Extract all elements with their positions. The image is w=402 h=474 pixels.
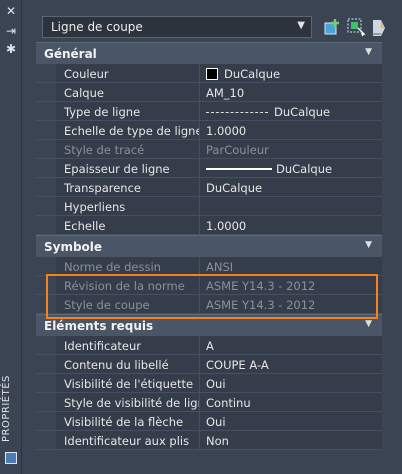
chevron-down-icon: ▼	[297, 20, 305, 31]
property-value[interactable]: DuCalque	[200, 178, 382, 196]
property-label: Identificateur aux plis	[56, 431, 200, 449]
property-label: Norme de dessin	[56, 257, 200, 275]
quick-select-icon[interactable]	[370, 17, 390, 37]
property-label: Hyperliens	[56, 197, 200, 215]
properties-palette-icon[interactable]	[5, 452, 17, 464]
solid-line-preview-icon	[206, 168, 272, 170]
property-value[interactable]: DuCalque	[200, 64, 382, 82]
palette-title-strip: ✕ ⇥ ✱ PROPRIÉTÉS	[0, 0, 22, 474]
property-value: ANSI	[200, 257, 382, 275]
property-row-arrow-visibility[interactable]: Visibilité de la flèche Oui	[36, 412, 382, 431]
property-label: Couleur	[56, 64, 200, 82]
object-type-value: Ligne de coupe	[51, 20, 143, 34]
property-label: Style de tracé	[56, 140, 200, 158]
property-row-plot-style: Style de tracé ParCouleur	[36, 140, 382, 159]
collapse-icon: ▼	[365, 240, 372, 250]
property-value: ASME Y14.3 - 2012	[200, 276, 382, 294]
property-value[interactable]: AM_10	[200, 83, 382, 101]
property-row-linetype-scale[interactable]: Echelle de type de ligne 1.0000	[36, 121, 382, 140]
property-row-lineweight[interactable]: Epaisseur de ligne DuCalque	[36, 159, 382, 178]
property-label: Visibilité de l'étiquette	[56, 374, 200, 392]
palette-title: PROPRIÉTÉS	[1, 375, 12, 443]
properties-panel: Ligne de coupe ▼ Général ▼ Couleur DuCal…	[36, 8, 388, 468]
property-value[interactable]: COUPE A-A	[200, 355, 382, 373]
property-value[interactable]: Non	[200, 431, 382, 449]
section-general[interactable]: Général ▼	[36, 42, 382, 64]
property-label: Transparence	[56, 178, 200, 196]
property-row-scale[interactable]: Echelle 1.0000	[36, 216, 382, 235]
property-row-transparency[interactable]: Transparence DuCalque	[36, 178, 382, 197]
collapse-icon: ▼	[365, 47, 372, 57]
property-row-linetype[interactable]: Type de ligne DuCalque	[36, 102, 382, 121]
property-label: Révision de la norme	[56, 276, 200, 294]
select-objects-icon[interactable]	[346, 17, 366, 37]
property-label: Echelle	[56, 216, 200, 234]
property-label: Type de ligne	[56, 102, 200, 120]
property-value[interactable]: DuCalque	[200, 159, 382, 177]
object-type-dropdown[interactable]: Ligne de coupe ▼	[42, 16, 312, 38]
property-label: Style de coupe	[56, 295, 200, 313]
property-label: Contenu du libellé	[56, 355, 200, 373]
property-label: Style de visibilité de ligne	[56, 393, 200, 411]
property-value[interactable]: 1.0000	[200, 121, 382, 139]
section-title: Général	[44, 47, 97, 61]
toggle-pickadd-icon[interactable]	[322, 17, 342, 37]
section-title: Eléments requis	[44, 319, 154, 333]
property-value[interactable]	[200, 197, 382, 215]
property-value[interactable]: DuCalque	[200, 102, 382, 120]
property-row-layer[interactable]: Calque AM_10	[36, 83, 382, 102]
section-title: Symbole	[44, 240, 103, 254]
property-value[interactable]: 1.0000	[200, 216, 382, 234]
property-row-section-style: Style de coupe ASME Y14.3 - 2012	[36, 295, 382, 314]
property-row-standard-revision: Révision de la norme ASME Y14.3 - 2012	[36, 276, 382, 295]
dash-line-preview-icon	[206, 112, 268, 113]
settings-icon[interactable]: ✱	[4, 42, 18, 56]
auto-hide-icon[interactable]: ⇥	[4, 24, 18, 38]
close-icon[interactable]: ✕	[4, 4, 18, 18]
property-label: Calque	[56, 83, 200, 101]
property-row-identifier[interactable]: Identificateur A	[36, 336, 382, 355]
toolbar: Ligne de coupe ▼	[42, 16, 388, 40]
property-label: Epaisseur de ligne	[56, 159, 200, 177]
property-row-hyperlinks[interactable]: Hyperliens	[36, 197, 382, 216]
property-value[interactable]: A	[200, 336, 382, 354]
property-value[interactable]: Continu	[200, 393, 382, 411]
property-value: ParCouleur	[200, 140, 382, 158]
property-label: Visibilité de la flèche	[56, 412, 200, 430]
property-sections: Général ▼ Couleur DuCalque Calque AM_10 …	[36, 42, 382, 450]
property-row-label-visibility[interactable]: Visibilité de l'étiquette Oui	[36, 374, 382, 393]
property-row-drafting-standard: Norme de dessin ANSI	[36, 257, 382, 276]
property-value[interactable]: Oui	[200, 412, 382, 430]
section-symbol[interactable]: Symbole ▼	[36, 235, 382, 257]
property-row-bend-identifier[interactable]: Identificateur aux plis Non	[36, 431, 382, 450]
property-value: ASME Y14.3 - 2012	[200, 295, 382, 313]
section-required-elements[interactable]: Eléments requis ▼	[36, 314, 382, 336]
collapse-icon: ▼	[365, 319, 372, 329]
property-row-line-visibility-style[interactable]: Style de visibilité de ligne Continu	[36, 393, 382, 412]
property-row-color[interactable]: Couleur DuCalque	[36, 64, 382, 83]
color-swatch-icon	[206, 68, 218, 80]
property-row-label-content[interactable]: Contenu du libellé COUPE A-A	[36, 355, 382, 374]
property-label: Echelle de type de ligne	[56, 121, 200, 139]
property-label: Identificateur	[56, 336, 200, 354]
property-value[interactable]: Oui	[200, 374, 382, 392]
